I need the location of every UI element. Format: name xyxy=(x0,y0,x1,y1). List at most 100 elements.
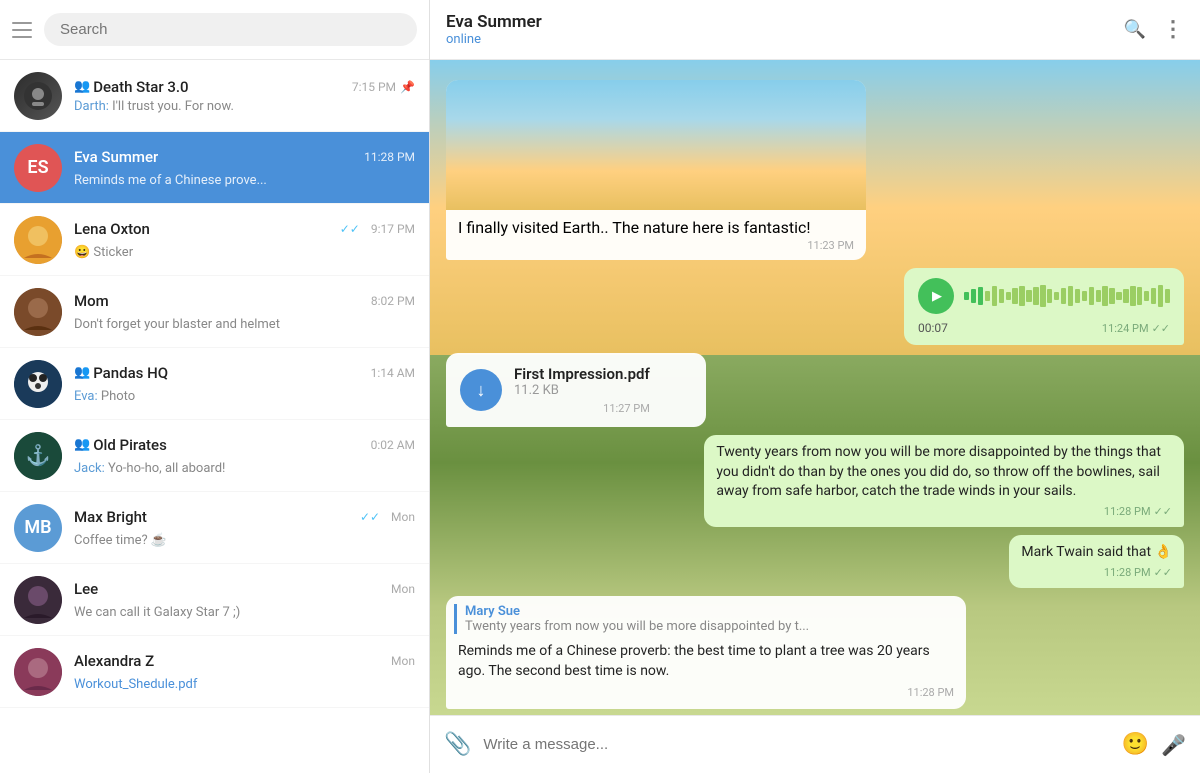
wave-bar xyxy=(1102,286,1107,306)
message-time: 11:27 PM xyxy=(514,402,650,415)
more-options-icon[interactable]: ⋮ xyxy=(1162,17,1184,42)
list-item[interactable]: Lee Mon We can call it Galaxy Star 7 ;) xyxy=(0,564,429,636)
file-bubble: First Impression.pdf 11.2 KB 11:27 PM xyxy=(446,353,706,427)
table-row: First Impression.pdf 11.2 KB 11:27 PM xyxy=(446,353,1184,427)
wave-bar xyxy=(1158,285,1163,307)
wave-bar xyxy=(964,292,969,300)
attach-icon[interactable]: 📎 xyxy=(444,732,471,757)
message-text: Twenty years from now you will be more d… xyxy=(716,444,1161,499)
chat-preview: 😀 Sticker xyxy=(74,245,133,260)
table-row: 00:07 11:24 PM ✓✓ xyxy=(446,268,1184,345)
wave-bar xyxy=(1144,291,1149,301)
list-item[interactable]: ⚓ 👥 Old Pirates 0:02 AM Jack: Yo-ho-ho, … xyxy=(0,420,429,492)
voice-controls xyxy=(918,278,1170,314)
list-item[interactable]: ES Eva Summer 11:28 PM Reminds me of a C… xyxy=(0,132,429,204)
list-item[interactable]: 👥 Pandas HQ 1:14 AM Eva: Photo xyxy=(0,348,429,420)
emoji-icon[interactable]: 🙂 xyxy=(1122,732,1149,757)
image-caption: I finally visited Earth.. The nature her… xyxy=(446,210,866,260)
menu-icon[interactable] xyxy=(12,22,32,38)
wave-bar xyxy=(985,291,990,301)
message-input[interactable] xyxy=(483,736,1109,753)
voice-bubble: 00:07 11:24 PM ✓✓ xyxy=(904,268,1184,345)
chat-name: Lee xyxy=(74,580,98,598)
wave-bar xyxy=(1012,288,1017,304)
chat-header-info: Eva Summer online xyxy=(446,12,542,47)
avatar: MB xyxy=(14,504,62,552)
voice-duration: 00:07 xyxy=(918,321,948,335)
table-row: Twenty years from now you will be more d… xyxy=(446,435,1184,527)
message-text: Reminds me of a Chinese proverb: the bes… xyxy=(446,638,966,709)
avatar xyxy=(14,216,62,264)
list-item[interactable]: MB Max Bright ✓✓ Mon Coffee time? ☕ xyxy=(0,492,429,564)
mic-icon[interactable]: 🎤 xyxy=(1161,733,1186,757)
chat-name: Mom xyxy=(74,292,109,310)
message-time: 11:23 PM xyxy=(458,239,854,252)
chat-preview: Reminds me of a Chinese prove... xyxy=(74,173,267,188)
messages-area: I finally visited Earth.. The nature her… xyxy=(430,60,1200,715)
wave-bar xyxy=(1123,289,1128,303)
wave-bar xyxy=(1082,291,1087,301)
wave-bar xyxy=(1033,287,1038,305)
chat-time: Mon xyxy=(391,654,415,668)
play-button[interactable] xyxy=(918,278,954,314)
chat-info: 👥 Old Pirates 0:02 AM Jack: Yo-ho-ho, al… xyxy=(74,436,415,476)
wave-bar xyxy=(1116,292,1121,300)
wave-bar xyxy=(1151,288,1156,304)
chat-preview: Eva: Photo xyxy=(74,389,135,404)
chat-name: Max Bright xyxy=(74,508,147,526)
file-size: 11.2 KB xyxy=(514,383,650,398)
wave-bar xyxy=(992,286,997,306)
avatar xyxy=(14,72,62,120)
chat-info: Lena Oxton ✓✓ 9:17 PM 😀 Sticker xyxy=(74,220,415,260)
list-item[interactable]: Lena Oxton ✓✓ 9:17 PM 😀 Sticker xyxy=(0,204,429,276)
chat-time: Mon xyxy=(391,510,415,524)
chat-name: Death Star 3.0 xyxy=(93,78,188,96)
list-item[interactable]: Mom 8:02 PM Don't forget your blaster an… xyxy=(0,276,429,348)
wave-bar xyxy=(1096,290,1101,302)
chat-preview: Darth: I'll trust you. For now. xyxy=(74,99,234,114)
chat-header-actions: 🔍 ⋮ xyxy=(1124,17,1184,42)
quote-bubble: Mary Sue Twenty years from now you will … xyxy=(446,596,966,709)
image-bubble: I finally visited Earth.. The nature her… xyxy=(446,80,866,260)
sidebar: 👥 Death Star 3.0 7:15 PM 📌 Darth: I'll t… xyxy=(0,0,430,773)
wave-bar xyxy=(1061,288,1066,304)
chat-time: 9:17 PM xyxy=(371,222,415,236)
contact-name: Eva Summer xyxy=(446,12,542,32)
avatar xyxy=(14,288,62,336)
wave-bar xyxy=(1075,289,1080,303)
search-input[interactable] xyxy=(44,13,417,46)
search-icon[interactable]: 🔍 xyxy=(1124,19,1146,40)
text-bubble: Mark Twain said that 👌 11:28 PM ✓✓ xyxy=(1009,535,1184,588)
wave-bar xyxy=(971,289,976,303)
chat-name: Pandas HQ xyxy=(93,364,168,382)
table-row: I finally visited Earth.. The nature her… xyxy=(446,80,1184,260)
download-button[interactable] xyxy=(460,369,502,411)
chat-time: Mon xyxy=(391,582,415,596)
quote-text: Twenty years from now you will be more d… xyxy=(465,619,958,634)
message-time: 11:24 PM ✓✓ xyxy=(1102,322,1170,335)
wave-bar xyxy=(1137,287,1142,305)
chat-time: 0:02 AM xyxy=(371,438,415,452)
list-item[interactable]: Alexandra Z Mon Workout_Shedule.pdf xyxy=(0,636,429,708)
chat-preview: Jack: Yo-ho-ho, all aboard! xyxy=(74,461,225,476)
chat-preview: Coffee time? ☕ xyxy=(74,533,167,548)
chat-name: Lena Oxton xyxy=(74,220,150,238)
wave-bar xyxy=(1068,286,1073,306)
chat-preview: Workout_Shedule.pdf xyxy=(74,677,197,692)
message-time: 11:28 PM xyxy=(458,685,954,700)
list-item[interactable]: 👥 Death Star 3.0 7:15 PM 📌 Darth: I'll t… xyxy=(0,60,429,132)
message-time: 11:28 PM ✓✓ xyxy=(1021,565,1172,580)
chat-time: 8:02 PM xyxy=(371,294,415,308)
wave-bar xyxy=(1089,287,1094,305)
chat-preview: We can call it Galaxy Star 7 ;) xyxy=(74,605,240,620)
text-bubble: Twenty years from now you will be more d… xyxy=(704,435,1184,527)
chat-info: Lee Mon We can call it Galaxy Star 7 ;) xyxy=(74,580,415,620)
quote-author: Mary Sue xyxy=(465,604,958,619)
message-text: Mark Twain said that 👌 xyxy=(1021,544,1172,560)
file-info: First Impression.pdf 11.2 KB 11:27 PM xyxy=(514,365,650,415)
wave-bar xyxy=(1047,289,1052,303)
file-name: First Impression.pdf xyxy=(514,365,650,383)
chat-list: 👥 Death Star 3.0 7:15 PM 📌 Darth: I'll t… xyxy=(0,60,429,773)
chat-name: Eva Summer xyxy=(74,148,158,166)
chat-time: 1:14 AM xyxy=(371,366,415,380)
